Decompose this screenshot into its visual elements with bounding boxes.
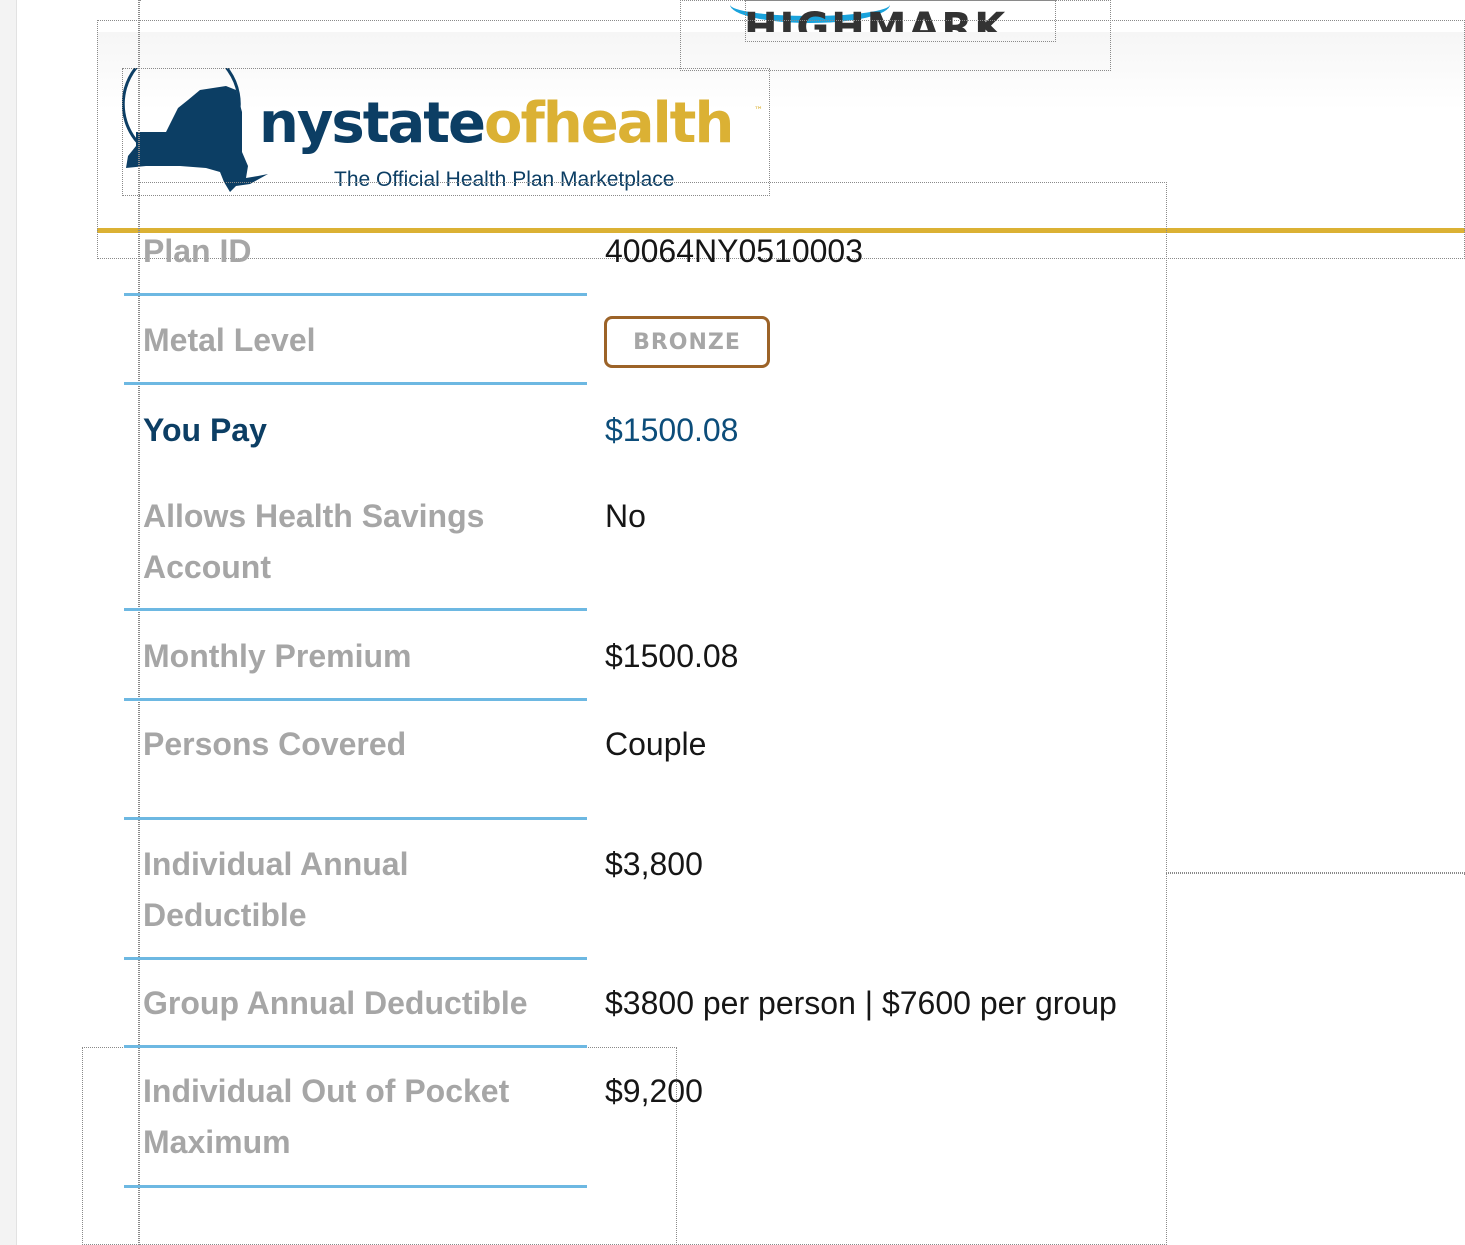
persons-covered-value: Couple	[605, 726, 707, 762]
outline-guide	[1166, 872, 1465, 874]
plan-id-value: 40064NY0510003	[605, 233, 864, 269]
individual-oop-max-value: $9,200	[605, 1073, 703, 1109]
new-york-state-map-icon	[122, 68, 268, 192]
row-separator	[124, 957, 587, 960]
group-deductible-value: $3800 per person | $7600 per group	[605, 985, 1117, 1021]
metal-level-badge: BRONZE	[604, 316, 770, 368]
individual-deductible-label-line2: Deductible	[143, 897, 307, 933]
trademark-symbol: ™	[754, 106, 763, 116]
nystateofhealth-logo: nystateofhealth ™ The Official Health Pl…	[122, 68, 770, 196]
plan-id-label: Plan ID	[143, 233, 252, 269]
individual-deductible-value: $3,800	[605, 846, 703, 882]
you-pay-label: You Pay	[143, 412, 267, 448]
row-separator	[124, 1045, 587, 1048]
individual-deductible-label-line1: Individual Annual	[143, 846, 409, 882]
group-deductible-label: Group Annual Deductible	[143, 985, 528, 1021]
row-separator	[124, 817, 587, 820]
individual-oop-max-label-line2: Maximum	[143, 1124, 291, 1160]
carrier-name: HIGHMARK	[744, 5, 1008, 34]
carrier-logo: HIGHMARK	[730, 0, 1060, 34]
page-gutter	[0, 0, 17, 1245]
row-separator	[124, 293, 587, 296]
row-separator	[124, 608, 587, 611]
individual-oop-max-label-line1: Individual Out of Pocket	[143, 1073, 510, 1109]
you-pay-value: $1500.08	[605, 412, 739, 448]
row-separator	[124, 1185, 587, 1188]
brand-tagline: The Official Health Plan Marketplace	[334, 168, 675, 191]
hsa-label-line2: Account	[143, 549, 271, 585]
row-separator	[124, 382, 587, 385]
persons-covered-label: Persons Covered	[143, 726, 407, 762]
monthly-premium-value: $1500.08	[605, 638, 739, 674]
hsa-label-line1: Allows Health Savings	[143, 498, 485, 534]
row-separator	[124, 698, 587, 701]
metal-level-label: Metal Level	[143, 322, 316, 358]
brand-wordmark: nystateofhealth	[259, 91, 734, 156]
hsa-value: No	[605, 498, 646, 534]
monthly-premium-label: Monthly Premium	[143, 638, 412, 674]
